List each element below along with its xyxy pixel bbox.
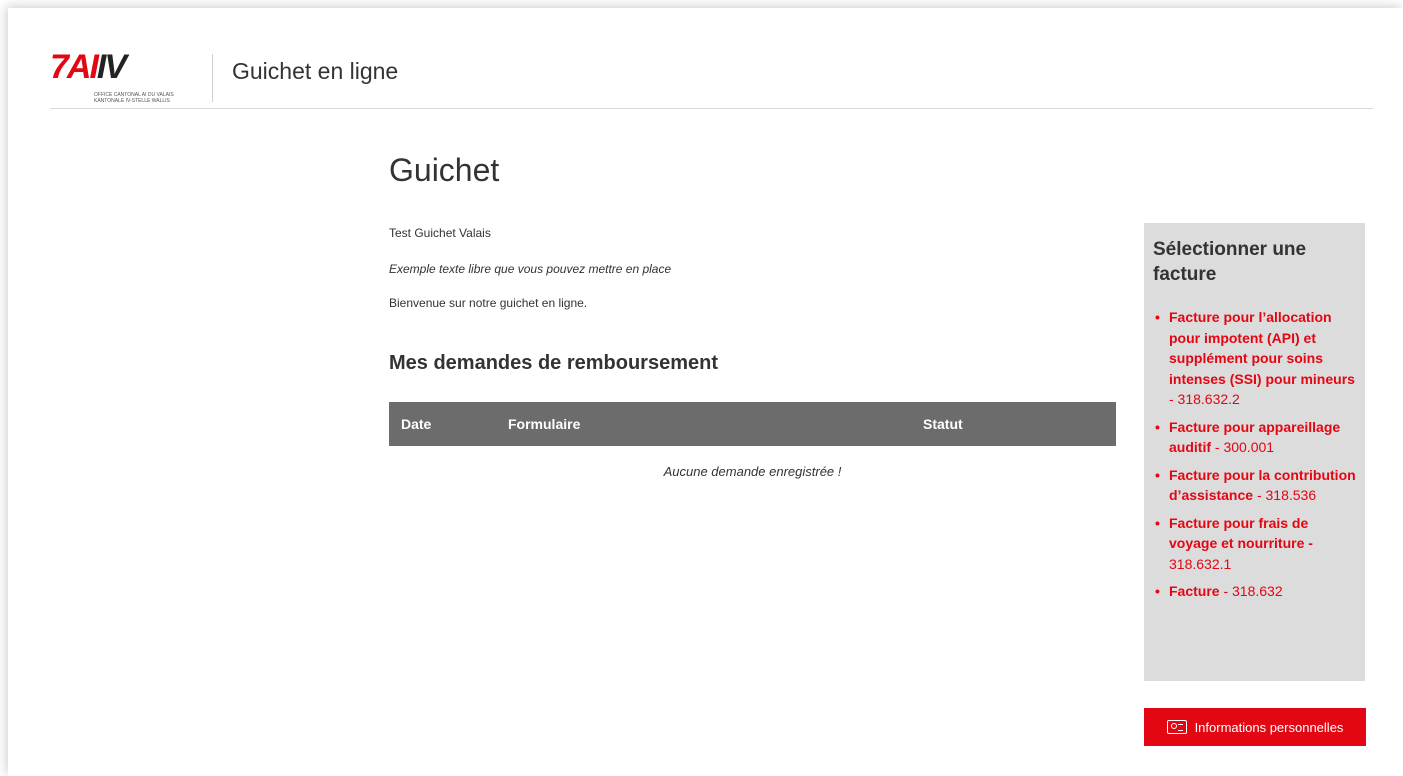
invoice-name[interactable]: Facture pour frais de voyage et nourritu… (1169, 515, 1313, 552)
intro-text-welcome: Bienvenue sur notre guichet en ligne. (389, 296, 588, 310)
aiiv-logo[interactable]: 7AIIV OFFICE CANTONAL AI DU VALAIS KANTO… (50, 50, 200, 106)
table-header: Date Formulaire Statut (389, 402, 1116, 446)
invoice-code: - 318.632 (1223, 583, 1283, 599)
intro-text-free: Exemple texte libre que vous pouvez mett… (389, 262, 672, 276)
logo-iv: IV (96, 48, 127, 86)
intro-text-title: Test Guichet Valais (389, 226, 491, 240)
invoice-code: 318.632.1 (1169, 555, 1232, 572)
column-header-date[interactable]: Date (401, 416, 431, 432)
logo-mark: 7AIIV (50, 48, 127, 86)
sidebar-title: Sélectionner une facture (1153, 239, 1307, 285)
invoice-code: - 318.536 (1256, 487, 1317, 503)
invoice-link-hearing-aid[interactable]: Facture pour appareillage auditif - 300.… (1153, 417, 1359, 458)
invoice-link-assistance[interactable]: Facture pour la contribution d’assistanc… (1153, 465, 1359, 506)
table-empty-message: Aucune demande enregistrée ! (663, 464, 842, 479)
column-header-form[interactable]: Formulaire (508, 416, 580, 432)
page-title: Guichet (389, 152, 500, 188)
section-title-requests: Mes demandes de remboursement (389, 352, 718, 374)
invoice-link-api-ssi[interactable]: Facture pour l’allocation pour impotent … (1153, 307, 1359, 410)
site-header: 7AIIV OFFICE CANTONAL AI DU VALAIS KANTO… (50, 40, 1373, 109)
invoice-link-generic[interactable]: Facture - 318.632 (1153, 581, 1359, 602)
invoice-name[interactable]: Facture pour l’allocation pour impotent … (1169, 309, 1355, 387)
invoice-sidebar: Sélectionner une facture Facture pour l’… (1144, 223, 1365, 681)
invoice-name[interactable]: Facture (1169, 583, 1220, 599)
invoice-list: Facture pour l’allocation pour impotent … (1153, 307, 1359, 609)
id-card-icon (1166, 720, 1187, 734)
personal-info-label: Informations personnelles (1194, 719, 1344, 735)
personal-info-button[interactable]: Informations personnelles (1144, 708, 1366, 746)
column-header-status[interactable]: Statut (923, 416, 963, 432)
site-title: Guichet en ligne (232, 58, 399, 84)
invoice-code: - 300.001 (1214, 439, 1275, 455)
requests-table: Date Formulaire Statut Aucune demande en… (389, 402, 1116, 479)
logo-seven: 7 (50, 48, 69, 86)
logo-subtitle: OFFICE CANTONAL AI DU VALAIS KANTONALE I… (94, 92, 174, 104)
invoice-link-travel-food[interactable]: Facture pour frais de voyage et nourritu… (1153, 513, 1359, 575)
logo-ai: AI (66, 48, 99, 86)
invoice-code: - 318.632.2 (1169, 391, 1240, 407)
header-divider (212, 54, 213, 102)
